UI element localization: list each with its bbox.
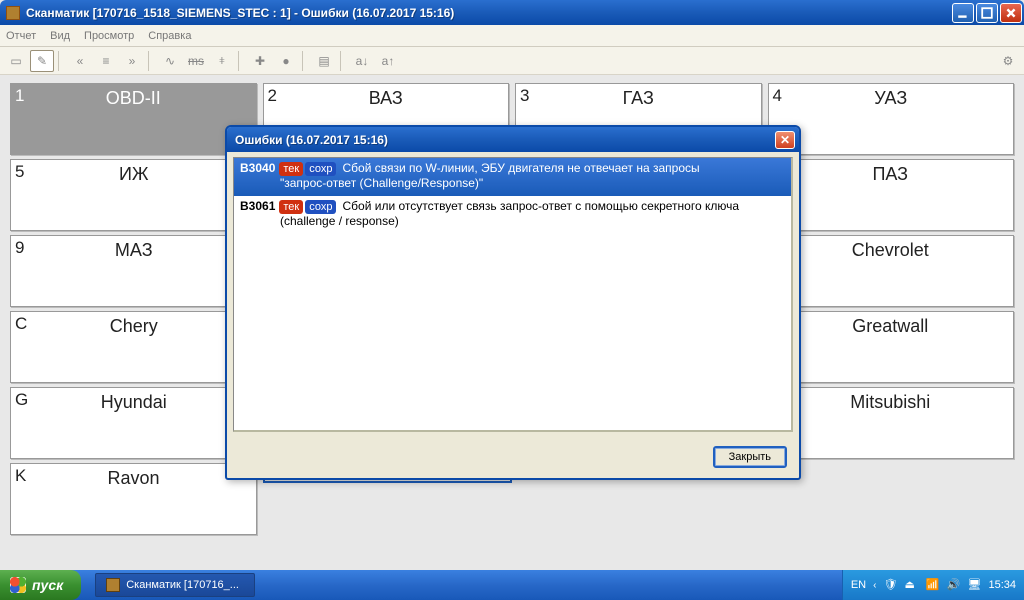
menu-view[interactable]: Вид (50, 30, 70, 42)
window-titlebar: Сканматик [170716_1518_SIEMENS_STEC : 1]… (0, 0, 1024, 25)
menu-bar: Отчет Вид Просмотр Справка (0, 25, 1024, 47)
error-tag-stored: сохр (305, 162, 336, 176)
error-code: B3040 (240, 161, 275, 175)
toolbar-nav-last-icon[interactable]: » (120, 50, 144, 72)
task-app-icon (106, 578, 120, 592)
tray-volume-icon[interactable]: 🔊 (946, 578, 960, 592)
minimize-button[interactable] (952, 3, 974, 23)
errors-close-button[interactable]: Закрыть (713, 446, 787, 468)
cell-label: МАЗ (115, 240, 153, 261)
vehicle-cell-маз[interactable]: 9 МАЗ (10, 235, 258, 307)
error-description-2: (challenge / response) (280, 214, 785, 229)
vehicle-cell-greatwall[interactable]: Greatwall (767, 311, 1015, 383)
vehicle-cell-hyundai[interactable]: G Hyundai (10, 387, 258, 459)
tray-language[interactable]: EN (851, 579, 866, 591)
toolbar-ms-plus-icon[interactable]: ⧧ (210, 50, 234, 72)
menu-report[interactable]: Отчет (6, 30, 36, 42)
vehicle-cell-уаз[interactable]: 4 УАЗ (768, 83, 1015, 155)
error-tag-current: тек (279, 200, 303, 214)
error-code: B3061 (240, 199, 275, 213)
toolbar-nav-list-icon[interactable]: ≡ (94, 50, 118, 72)
cell-label: Hyundai (101, 392, 167, 413)
error-tag-current: тек (279, 162, 303, 176)
errors-list[interactable]: B3040тексохрСбой связи по W-линии, ЭБУ д… (233, 157, 793, 432)
taskbar: пуск Сканматик [170716_... EN ‹ 🛡 ⏏ 📶 🔊 … (0, 570, 1024, 600)
cell-key: 3 (520, 86, 529, 106)
vehicle-cell-chery[interactable]: C Chery (10, 311, 258, 383)
errors-dialog-title: Ошибки (16.07.2017 15:16) (235, 133, 775, 147)
errors-dialog-titlebar: Ошибки (16.07.2017 15:16) ✕ (227, 127, 799, 152)
toolbar-font-dec-icon[interactable]: a↓ (350, 50, 374, 72)
maximize-button[interactable] (976, 3, 998, 23)
tray-clock[interactable]: 15:34 (988, 579, 1016, 591)
window-close-button[interactable] (1000, 3, 1022, 23)
cell-key: 5 (15, 162, 24, 182)
error-tag-stored: сохр (305, 200, 336, 214)
vehicle-cell-chevrolet[interactable]: Chevrolet (767, 235, 1015, 307)
errors-dialog-close-icon[interactable]: ✕ (775, 131, 795, 149)
tray-device-icon[interactable]: ⏏ (904, 578, 918, 592)
toolbar-doc-icon[interactable]: ▭ (4, 50, 28, 72)
cell-key: C (15, 314, 27, 334)
cell-key: 4 (773, 86, 782, 106)
cell-key: 9 (15, 238, 24, 258)
start-button[interactable]: пуск (0, 570, 81, 600)
task-label: Сканматик [170716_... (126, 579, 239, 591)
tray-shield-icon[interactable]: 🛡 (883, 578, 897, 592)
menu-help[interactable]: Справка (148, 30, 191, 42)
toolbar-ms-icon[interactable]: ms (184, 50, 208, 72)
tray-chevron-icon[interactable]: ‹ (873, 580, 876, 591)
toolbar-chart-icon[interactable]: ▤ (312, 50, 336, 72)
toolbar-wave-icon[interactable]: ∿ (158, 50, 182, 72)
cell-key: 2 (268, 86, 277, 106)
cell-label: ПАЗ (872, 164, 908, 185)
error-description-2: "запрос-ответ (Challenge/Response)" (280, 176, 785, 191)
vehicle-cell-mitsubishi[interactable]: Mitsubishi (767, 387, 1015, 459)
tray-network-icon[interactable]: 📶 (925, 578, 939, 592)
toolbar-record-icon[interactable]: ● (274, 50, 298, 72)
cell-label: Mitsubishi (850, 392, 930, 413)
cell-label: Chery (110, 316, 158, 337)
error-description: Сбой или отсутствует связь запрос-ответ … (342, 199, 739, 213)
error-row-B3061[interactable]: B3061 тексохр Сбой или отсутствует связь з… (234, 196, 791, 234)
cell-label: ВАЗ (369, 88, 403, 109)
toolbar-settings-icon[interactable]: ⚙ (996, 50, 1020, 72)
error-description: Сбой связи по W-линии, ЭБУ двигателя не … (342, 161, 699, 175)
cell-label: ИЖ (119, 164, 149, 185)
app-icon (6, 6, 20, 20)
vehicle-cell-иж[interactable]: 5 ИЖ (10, 159, 258, 231)
vehicle-cell-ravon[interactable]: K Ravon (10, 463, 257, 535)
taskbar-task-scanmatik[interactable]: Сканматик [170716_... (95, 573, 255, 597)
cell-label: ГАЗ (623, 88, 654, 109)
cell-label: Ravon (107, 468, 159, 489)
window-title: Сканматик [170716_1518_SIEMENS_STEC : 1]… (26, 6, 952, 20)
cell-key: K (15, 466, 26, 486)
cell-label: OBD-II (106, 88, 161, 109)
toolbar-nav-first-icon[interactable]: « (68, 50, 92, 72)
tray-monitor-icon[interactable]: 🖥 (967, 578, 981, 592)
cell-key: 1 (15, 86, 24, 106)
toolbar: ▭ ✎ « ≡ » ∿ ms ⧧ ✚ ● ▤ a↓ a↑ ⚙ (0, 47, 1024, 75)
cell-label: Greatwall (852, 316, 928, 337)
start-label: пуск (32, 577, 63, 593)
vehicle-cell-паз[interactable]: ПАЗ (767, 159, 1015, 231)
menu-browse[interactable]: Просмотр (84, 30, 134, 42)
error-row-B3040[interactable]: B3040 тексохр Сбой связи по W-линии, ЭБУ д… (234, 158, 791, 196)
toolbar-edit-icon[interactable]: ✎ (30, 50, 54, 72)
toolbar-add-icon[interactable]: ✚ (248, 50, 272, 72)
vehicle-cell-obd-ii[interactable]: 1 OBD-II (10, 83, 257, 155)
cell-key: G (15, 390, 28, 410)
toolbar-font-inc-icon[interactable]: a↑ (376, 50, 400, 72)
errors-dialog: Ошибки (16.07.2017 15:16) ✕ B3040тексохр… (225, 125, 801, 480)
cell-label: УАЗ (874, 88, 907, 109)
cell-label: Chevrolet (852, 240, 929, 261)
system-tray[interactable]: EN ‹ 🛡 ⏏ 📶 🔊 🖥 15:34 (842, 570, 1024, 600)
